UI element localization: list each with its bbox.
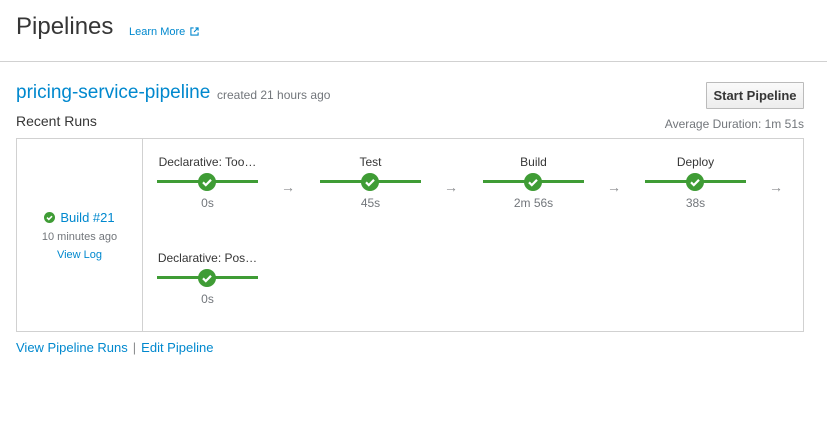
build-time: 10 minutes ago [41,231,118,243]
stage-name: Build [520,155,547,169]
stage-name: Declarative: Pos… [157,251,258,265]
stage-duration: 0s [201,196,214,210]
check-circle-icon [44,212,56,223]
build-summary: Build #21 10 minutes ago View Log [17,139,143,331]
pipeline-run-panel: Build #21 10 minutes ago View Log Declar… [16,138,804,332]
stage-duration: 45s [360,196,381,210]
recent-runs-heading: Recent Runs [16,113,97,129]
view-log-link[interactable]: View Log [17,249,142,261]
start-pipeline-button[interactable]: Start Pipeline [706,82,804,109]
stage-duration: 38s [685,196,706,210]
stage-name: Deploy [676,155,715,169]
check-circle-icon [361,173,379,191]
external-link-icon [187,27,199,38]
check-circle-icon [686,173,704,191]
edit-pipeline-link[interactable]: Edit Pipeline [141,340,213,355]
stage-name: Declarative: Too… [158,155,257,169]
page-header: Pipelines Learn More [0,0,827,62]
arrow-right-icon: → [444,179,458,195]
arrow-right-icon: → [607,179,621,195]
average-duration: Average Duration: 1m 51s [664,117,804,131]
check-circle-icon [198,173,216,191]
build-link[interactable]: Build #21 [60,210,114,225]
stage-name: Test [359,155,382,169]
stage-duration: 2m 56s [513,196,554,210]
arrow-right-icon: → [281,179,295,195]
check-circle-icon [524,173,542,191]
view-pipeline-runs-link[interactable]: View Pipeline Runs [16,340,128,355]
pipeline-created-time: created 21 hours ago [217,88,331,102]
pipeline-name-link[interactable]: pricing-service-pipeline [16,82,210,104]
learn-more-link[interactable]: Learn More [129,26,199,38]
learn-more-label: Learn More [129,26,186,38]
pipeline-footer-links: View Pipeline Runs | Edit Pipeline [16,340,213,355]
stage-duration: 0s [201,292,214,306]
page-title: Pipelines [16,13,114,40]
arrow-right-icon: → [769,179,783,195]
link-separator: | [132,340,137,355]
build-status-row: Build #21 [17,210,142,225]
check-circle-icon [198,269,216,287]
